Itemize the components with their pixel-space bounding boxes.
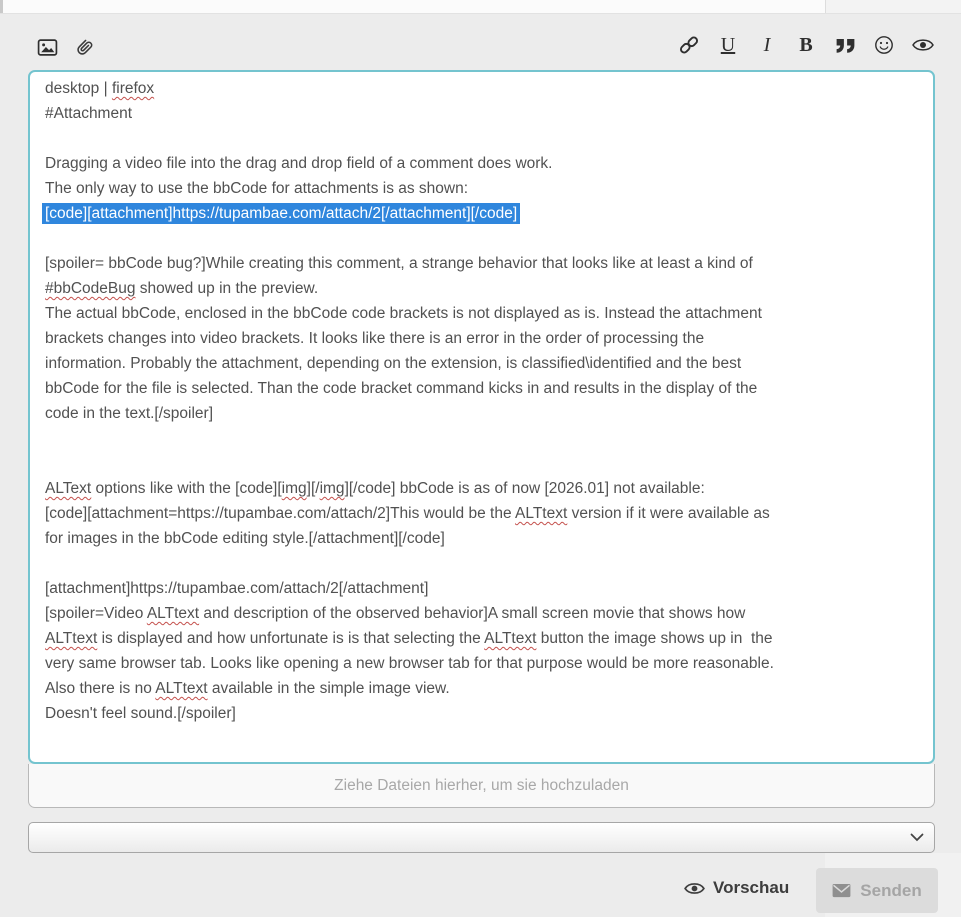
- submit-button-label: Senden: [860, 881, 921, 901]
- toolbar-left: [36, 34, 95, 60]
- editor-line: [spoiler= bbCode bug?]While creating thi…: [45, 251, 925, 276]
- editor-line: [45, 426, 925, 451]
- misspelled-word: ALTtext: [45, 630, 97, 647]
- link-button[interactable]: [678, 32, 700, 58]
- text-segment: button the image shows up in the: [536, 630, 772, 647]
- misspelled-word: ALText: [45, 480, 91, 497]
- text-segment: options like with the [code][: [91, 480, 281, 497]
- editor-line: bbCode for the file is selected. Than th…: [45, 376, 925, 401]
- text-segment: available in the simple image view.: [208, 680, 450, 697]
- top-left-notch: [0, 0, 3, 13]
- editor-line: [45, 226, 925, 251]
- editor-line: #Attachment: [45, 101, 925, 126]
- editor-line: Doesn't feel sound.[/spoiler]: [45, 701, 925, 726]
- envelope-icon: [832, 883, 851, 898]
- attach-file-button[interactable]: [73, 34, 95, 60]
- text-segment: Also there is no: [45, 680, 155, 697]
- text-segment: [spoiler=Video: [45, 605, 147, 622]
- underline-button[interactable]: U: [717, 32, 739, 58]
- text-segment: Doesn't feel sound.[/spoiler]: [45, 705, 236, 722]
- editor-line: [45, 451, 925, 476]
- editor-line: Also there is no ALTtext available in th…: [45, 676, 925, 701]
- text-segment: ][/: [307, 480, 320, 497]
- file-drop-zone[interactable]: Ziehe Dateien hierher, um sie hochzulade…: [28, 764, 935, 808]
- image-icon: [37, 37, 58, 58]
- editor-line: brackets changes into video brackets. It…: [45, 326, 925, 351]
- editor-line: ALText options like with the [code][img]…: [45, 476, 925, 501]
- smiley-icon: [874, 35, 894, 55]
- preview-toggle-button[interactable]: [912, 32, 934, 58]
- text-segment: desktop |: [45, 80, 112, 97]
- text-segment: #Attachment: [45, 105, 132, 122]
- text-segment: ][/code] bbCode is as of now [2026.01] n…: [345, 480, 705, 497]
- paperclip-icon: [74, 37, 95, 58]
- emoji-button[interactable]: [873, 32, 895, 58]
- misspelled-word: img: [282, 480, 307, 497]
- drop-zone-label: Ziehe Dateien hierher, um sie hochzulade…: [334, 777, 629, 795]
- editor-line: [code][attachment=https://tupambae.com/a…: [45, 501, 925, 526]
- editor-line: The only way to use the bbCode for attac…: [45, 176, 925, 201]
- text-segment: for images in the bbCode editing style.[…: [45, 530, 445, 547]
- text-segment: is displayed and how unfortunate is is t…: [97, 630, 484, 647]
- text-segment: very same browser tab. Looks like openin…: [45, 655, 774, 672]
- text-segment: showed up in the preview.: [136, 280, 319, 297]
- preview-button[interactable]: Vorschau: [684, 878, 789, 898]
- editor-line: desktop | firefox: [45, 76, 925, 101]
- editor-line: [code][attachment]https://tupambae.com/a…: [45, 201, 925, 226]
- editor-line: [attachment]https://tupambae.com/attach/…: [45, 576, 925, 601]
- misspelled-word: ALTtext: [515, 505, 567, 522]
- text-segment: [spoiler= bbCode bug?]While creating thi…: [45, 255, 753, 272]
- toolbar-right: U I B: [678, 32, 934, 58]
- editor-line: ALTtext is displayed and how unfortunate…: [45, 626, 925, 651]
- misspelled-word: ALTtext: [147, 605, 199, 622]
- link-icon: [679, 35, 699, 55]
- text-segment: code in the text.[/spoiler]: [45, 405, 213, 422]
- editor-line: for images in the bbCode editing style.[…: [45, 526, 925, 551]
- editor-line: information. Probably the attachment, de…: [45, 351, 925, 376]
- text-segment: information. Probably the attachment, de…: [45, 355, 741, 372]
- italic-button[interactable]: I: [756, 32, 778, 58]
- editor-line: #bbCodeBug showed up in the preview.: [45, 276, 925, 301]
- editor-line: [45, 126, 925, 151]
- text-segment: Dragging a video file into the drag and …: [45, 155, 553, 172]
- misspelled-word: img: [320, 480, 345, 497]
- preview-button-label: Vorschau: [713, 878, 789, 898]
- text-segment: bbCode for the file is selected. Than th…: [45, 380, 757, 397]
- misspelled-word: ALTtext: [155, 680, 207, 697]
- comment-composer: U I B d: [0, 0, 961, 917]
- editor-line: The actual bbCode, enclosed in the bbCod…: [45, 301, 925, 326]
- preview-eye-icon: [684, 881, 705, 896]
- quote-icon: [835, 37, 856, 54]
- editor-line: Dragging a video file into the drag and …: [45, 151, 925, 176]
- editor-line: very same browser tab. Looks like openin…: [45, 651, 925, 676]
- eye-icon: [912, 37, 934, 53]
- italic-label: I: [764, 35, 771, 55]
- options-dropdown[interactable]: [28, 822, 935, 853]
- text-segment: and description of the observed behavior…: [199, 605, 745, 622]
- top-cutoff-strip: [0, 0, 961, 14]
- editor-line: [45, 551, 925, 576]
- selected-text: [code][attachment]https://tupambae.com/a…: [42, 203, 520, 224]
- quote-button[interactable]: [834, 32, 856, 58]
- editor-line: code in the text.[/spoiler]: [45, 401, 925, 426]
- text-segment: version if it were available as: [567, 505, 769, 522]
- text-segment: The actual bbCode, enclosed in the bbCod…: [45, 305, 762, 322]
- editor-line: [spoiler=Video ALTtext and description o…: [45, 601, 925, 626]
- top-right-panel: [825, 0, 961, 13]
- bold-button[interactable]: B: [795, 32, 817, 58]
- misspelled-word: ALTtext: [484, 630, 536, 647]
- chevron-down-icon: [910, 833, 924, 842]
- underline-label: U: [721, 35, 735, 55]
- submit-button[interactable]: Senden: [816, 868, 938, 913]
- misspelled-word: firefox: [112, 80, 154, 97]
- text-segment: brackets changes into video brackets. It…: [45, 330, 704, 347]
- insert-image-button[interactable]: [36, 34, 58, 60]
- text-segment: [attachment]https://tupambae.com/attach/…: [45, 580, 428, 597]
- bold-label: B: [799, 35, 812, 55]
- editor-content[interactable]: desktop | firefox #Attachment Dragging a …: [45, 76, 925, 726]
- misspelled-word: #bbCodeBug: [45, 280, 136, 297]
- text-segment: [code][attachment=https://tupambae.com/a…: [45, 505, 515, 522]
- text-segment: The only way to use the bbCode for attac…: [45, 180, 468, 197]
